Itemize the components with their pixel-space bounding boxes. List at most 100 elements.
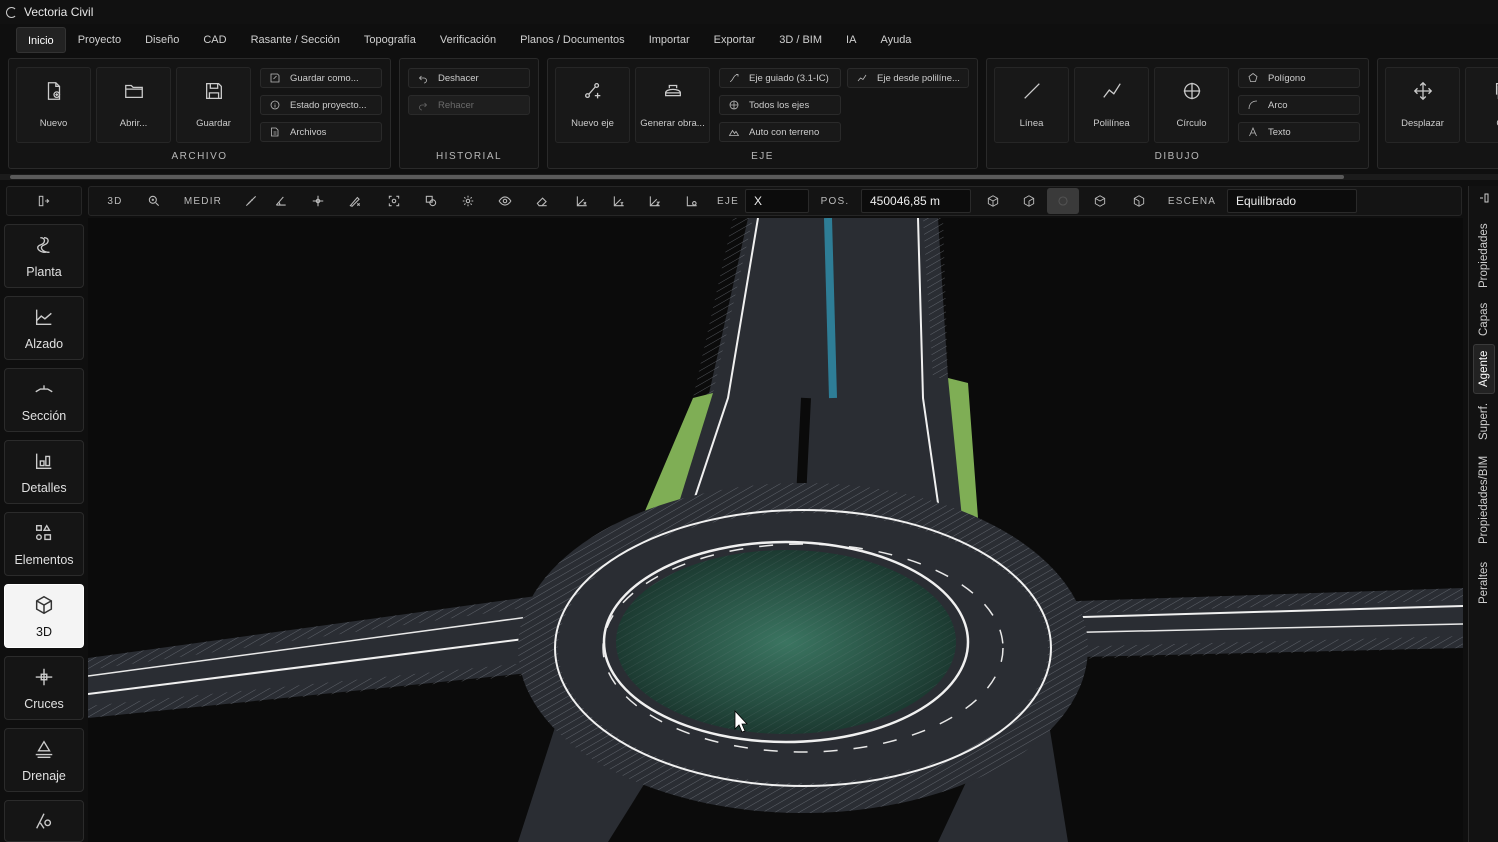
tab-cad[interactable]: CAD xyxy=(191,27,238,53)
tab-propiedades-bim[interactable]: Propiedades/BIM xyxy=(1473,448,1495,552)
fit-view-button[interactable] xyxy=(373,187,415,215)
tab-propiedades[interactable]: Propiedades xyxy=(1473,216,1495,296)
archivo-group-title: ARCHIVO xyxy=(171,151,228,162)
measure-angle-button[interactable] xyxy=(263,187,299,215)
seccion-icon xyxy=(35,385,53,393)
folder-icon xyxy=(124,84,143,99)
copy-icon xyxy=(1495,83,1498,99)
sidebar-item-drenaje[interactable]: Drenaje xyxy=(4,728,84,792)
ribbon-group-modify: Desplazar Co xyxy=(1377,58,1498,169)
tab-proyecto[interactable]: Proyecto xyxy=(66,27,133,53)
arco-button[interactable]: Arco xyxy=(1238,95,1360,115)
sidebar-item-cruces[interactable]: Cruces xyxy=(4,656,84,720)
roundabout-3d-scene xyxy=(88,218,1463,842)
view-cube-front-button[interactable] xyxy=(975,187,1011,215)
sidebar-toggle-button[interactable] xyxy=(6,186,82,216)
scene-quality-select[interactable]: Equilibrado xyxy=(1227,189,1357,213)
tab-verificacion[interactable]: Verificación xyxy=(428,27,508,53)
measure-clear-button[interactable] xyxy=(337,187,373,215)
tab-capas[interactable]: Capas xyxy=(1473,298,1495,340)
view-cube-side-button[interactable] xyxy=(1011,187,1047,215)
view-z-button[interactable] xyxy=(637,187,673,215)
ribbon-scrollbar-thumb[interactable] xyxy=(10,175,1344,179)
isolate-button[interactable] xyxy=(415,187,447,215)
view-mode-3d-button[interactable]: 3D xyxy=(89,187,141,215)
sidebar-item-planta[interactable]: Planta xyxy=(4,224,84,288)
visibility-button[interactable] xyxy=(489,187,521,215)
historial-group-title: HISTORIAL xyxy=(435,151,503,162)
elementos-icon xyxy=(35,524,52,541)
linea-button[interactable]: Línea xyxy=(994,67,1069,143)
zoom-button[interactable] xyxy=(141,187,167,215)
archivos-button[interactable]: Archivos xyxy=(260,122,382,142)
tab-agente[interactable]: Agente xyxy=(1473,344,1495,394)
view-y-button[interactable] xyxy=(601,187,637,215)
abrir-button[interactable]: Abrir... xyxy=(96,67,171,143)
panel-collapse-icon[interactable] xyxy=(1478,192,1490,204)
tab-ayuda[interactable]: Ayuda xyxy=(868,27,923,53)
cube-side-icon xyxy=(1023,195,1035,207)
view-cube-iso-button[interactable] xyxy=(1079,187,1121,215)
axis-select[interactable]: X xyxy=(745,189,809,213)
poligono-button[interactable]: Polígono xyxy=(1238,68,1360,88)
texto-button[interactable]: Texto xyxy=(1238,122,1360,142)
texto-label: Texto xyxy=(1268,126,1291,138)
tab-diseno[interactable]: Diseño xyxy=(133,27,191,53)
sidebar-item-seccion[interactable]: Sección xyxy=(4,368,84,432)
measure-distance-button[interactable] xyxy=(239,187,263,215)
tab-inicio[interactable]: Inicio xyxy=(16,27,66,53)
eje-guiado-button[interactable]: Eje guiado (3.1-IC) xyxy=(719,68,841,88)
tab-exportar[interactable]: Exportar xyxy=(702,27,768,53)
tab-ia[interactable]: IA xyxy=(834,27,868,53)
copy-button[interactable]: Co xyxy=(1465,67,1498,143)
sidebar-item-detalles[interactable]: Detalles xyxy=(4,440,84,504)
view-cube-persp-button[interactable] xyxy=(1121,187,1157,215)
measure-point-button[interactable] xyxy=(299,187,337,215)
nuevo-button[interactable]: Nuevo xyxy=(16,67,91,143)
nuevo-eje-button[interactable]: Nuevo eje xyxy=(555,67,630,143)
tab-superf[interactable]: Superf. xyxy=(1473,398,1495,444)
right-panel-tabs: Propiedades Capas Agente Superf. Propied… xyxy=(1468,186,1498,842)
fit-view-icon xyxy=(388,195,400,207)
viewport-3d[interactable] xyxy=(88,218,1463,842)
guardar-como-button[interactable]: Guardar como... xyxy=(260,68,382,88)
circulo-button[interactable]: Círculo xyxy=(1154,67,1229,143)
new-file-icon xyxy=(47,82,60,100)
polilinea-button[interactable]: Polilínea xyxy=(1074,67,1149,143)
desplazar-label: Desplazar xyxy=(1401,118,1444,129)
ribbon-group-eje: Nuevo eje Generar obra... Eje guiado (3.… xyxy=(547,58,978,169)
sidebar-item-3d[interactable]: 3D xyxy=(4,584,84,648)
auto-con-terreno-button[interactable]: Auto con terreno xyxy=(719,122,841,142)
circulo-label: Círculo xyxy=(1176,118,1207,129)
rehacer-button[interactable]: Rehacer xyxy=(408,95,530,115)
view-cube-top-button[interactable] xyxy=(1047,188,1079,214)
sidebar-item-alzado[interactable]: Alzado xyxy=(4,296,84,360)
tab-3d-bim[interactable]: 3D / BIM xyxy=(767,27,834,53)
tab-planos-documentos[interactable]: Planos / Documentos xyxy=(508,27,637,53)
deshacer-button[interactable]: Deshacer xyxy=(408,68,530,88)
estado-proyecto-button[interactable]: Estado proyecto... xyxy=(260,95,382,115)
settings-3d-button[interactable] xyxy=(447,187,489,215)
eje-desde-polilinea-button[interactable]: Eje desde polilíne... xyxy=(847,68,969,88)
ribbon-group-archivo: Nuevo Abrir... Guardar Guardar como... E… xyxy=(8,58,391,169)
eraser-button[interactable] xyxy=(521,187,563,215)
tab-rasante-seccion[interactable]: Rasante / Sección xyxy=(239,27,352,53)
estado-proyecto-label: Estado proyecto... xyxy=(290,99,367,111)
tab-peraltes[interactable]: Peraltes xyxy=(1473,556,1495,610)
tab-importar[interactable]: Importar xyxy=(637,27,702,53)
line-icon xyxy=(1023,83,1040,99)
sidebar-label-alzado: Alzado xyxy=(24,337,64,351)
guardar-button[interactable]: Guardar xyxy=(176,67,251,143)
generar-obra-button[interactable]: Generar obra... xyxy=(635,67,710,143)
sidebar-item-elementos[interactable]: Elementos xyxy=(4,512,84,576)
todos-los-ejes-button[interactable]: Todos los ejes xyxy=(719,95,841,115)
position-input[interactable]: 450046,85 m xyxy=(861,189,971,213)
sidebar-item-more[interactable] xyxy=(4,800,84,842)
desplazar-button[interactable]: Desplazar xyxy=(1385,67,1460,143)
view-reset-button[interactable] xyxy=(673,187,711,215)
tab-topografia[interactable]: Topografía xyxy=(352,27,428,53)
arco-label: Arco xyxy=(1268,99,1288,111)
ribbon-scrollbar[interactable] xyxy=(0,174,1498,180)
view-x-button[interactable] xyxy=(563,187,601,215)
road-work-icon xyxy=(664,84,681,97)
